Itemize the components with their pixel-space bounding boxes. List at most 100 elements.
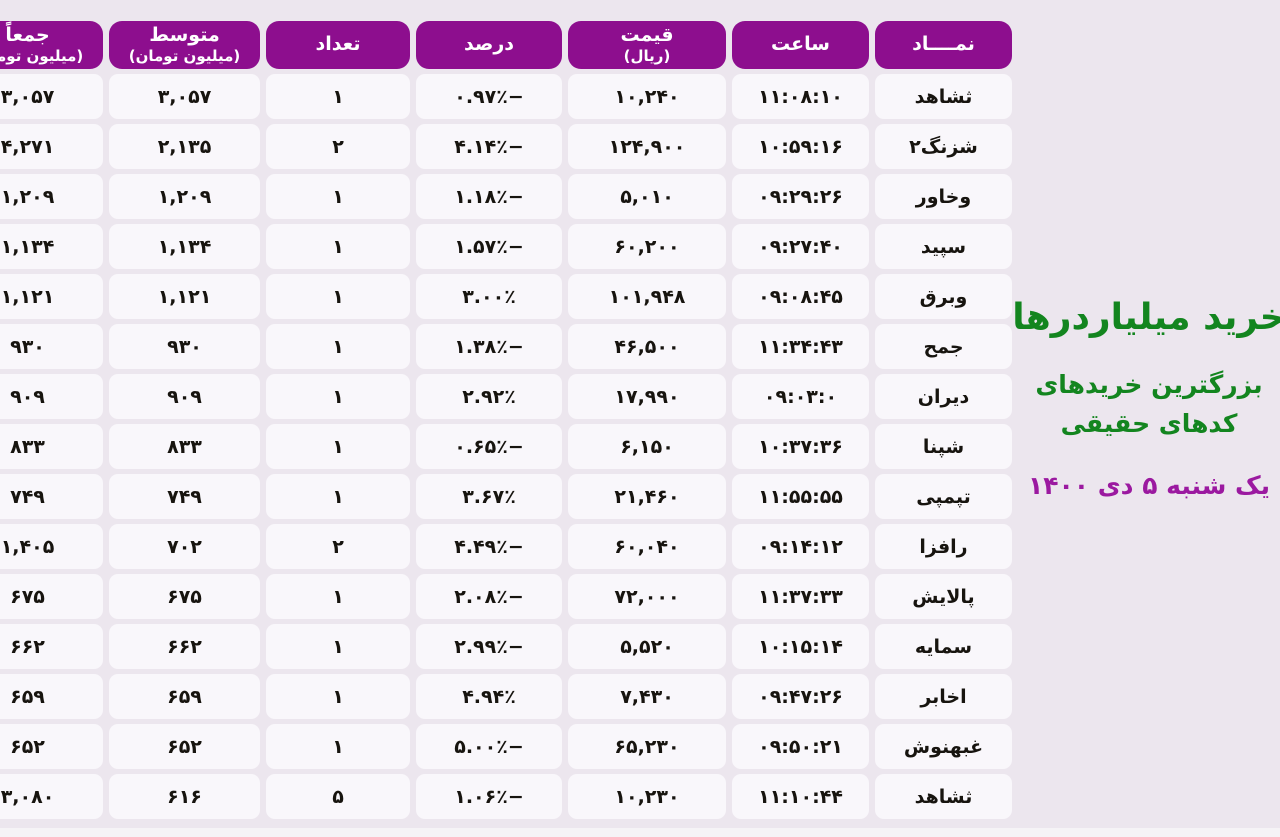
cell-symbol: رافزا [875,524,1012,569]
column-header-percent[interactable]: درصد [416,21,562,69]
cell-average: ۲,۱۳۵ [109,124,260,169]
cell-total: ۷۴۹ [0,474,103,519]
cell-count: ۱ [266,624,410,669]
cell-percent: −۱.۰۶٪ [416,774,562,819]
cell-symbol: جمح [875,324,1012,369]
cell-total: ۶۷۵ [0,574,103,619]
cell-total: ۹۰۹ [0,374,103,419]
cell-total: ۱,۲۰۹ [0,174,103,219]
cell-count: ۱ [266,474,410,519]
table-body: ثشاهد ۱۱:۰۸:۱۰ ۱۰,۲۴۰ −۰.۹۷٪ ۱ ۳,۰۵۷ ۳,۰۵۷ شزنگ… [0,74,1012,819]
cell-time: ۰۹:۲۷:۴۰ [732,224,869,269]
table-header-row: نمــــاد ساعت قیمت (ریال) درصد تعداد متو… [0,21,1012,69]
cell-average: ۳,۰۵۷ [109,74,260,119]
cell-price: ۱۰۱,۹۴۸ [568,274,726,319]
cell-time: ۱۰:۳۷:۳۶ [732,424,869,469]
cell-time: ۱۱:۳۷:۳۳ [732,574,869,619]
cell-count: ۲ [266,124,410,169]
cell-percent: −۱.۳۸٪ [416,324,562,369]
cell-time: ۱۱:۳۴:۴۳ [732,324,869,369]
cell-price: ۵,۵۲۰ [568,624,726,669]
cell-average: ۶۷۵ [109,574,260,619]
table-row[interactable]: ثشاهد ۱۱:۰۸:۱۰ ۱۰,۲۴۰ −۰.۹۷٪ ۱ ۳,۰۵۷ ۳,۰۵۷ [0,74,1012,119]
cell-count: ۱ [266,674,410,719]
table-row[interactable]: اخابر ۰۹:۴۷:۲۶ ۷,۴۳۰ ۴.۹۴٪ ۱ ۶۵۹ ۶۵۹ [0,674,1012,719]
table-row[interactable]: شپنا ۱۰:۳۷:۳۶ ۶,۱۵۰ −۰.۶۵٪ ۱ ۸۳۳ ۸۳۳ [0,424,1012,469]
cell-total: ۱,۴۰۵ [0,524,103,569]
column-header-average[interactable]: متوسط (میلیون تومان) [109,21,260,69]
column-header-count[interactable]: تعداد [266,21,410,69]
table-row[interactable]: غبهنوش ۰۹:۵۰:۲۱ ۶۵,۲۳۰ −۵.۰۰٪ ۱ ۶۵۲ ۶۵۲ [0,724,1012,769]
table-row[interactable]: رافزا ۰۹:۱۴:۱۲ ۶۰,۰۴۰ −۴.۴۹٪ ۲ ۷۰۲ ۱,۴۰۵ [0,524,1012,569]
table-row[interactable]: ثشاهد ۱۱:۱۰:۴۴ ۱۰,۲۳۰ −۱.۰۶٪ ۵ ۶۱۶ ۳,۰۸۰ [0,774,1012,819]
cell-symbol: سپید [875,224,1012,269]
cell-symbol: دیران [875,374,1012,419]
cell-count: ۱ [266,274,410,319]
cell-percent: ۴.۹۴٪ [416,674,562,719]
cell-price: ۶۵,۲۳۰ [568,724,726,769]
cell-symbol: اخابر [875,674,1012,719]
table-row[interactable]: پالایش ۱۱:۳۷:۳۳ ۷۲,۰۰۰ −۲.۰۸٪ ۱ ۶۷۵ ۶۷۵ [0,574,1012,619]
cell-symbol: وخاور [875,174,1012,219]
cell-price: ۷,۴۳۰ [568,674,726,719]
caption-subtitle: بزرگترین خریدهای کدهای حقیقی [1035,366,1262,444]
cell-price: ۱۰,۲۳۰ [568,774,726,819]
column-header-symbol[interactable]: نمــــاد [875,21,1012,69]
table-row[interactable]: سمایه ۱۰:۱۵:۱۴ ۵,۵۲۰ −۲.۹۹٪ ۱ ۶۶۲ ۶۶۲ [0,624,1012,669]
column-header-total[interactable]: جمعاً (میلیون تومان) [0,21,103,69]
cell-price: ۵,۰۱۰ [568,174,726,219]
cell-total: ۶۵۲ [0,724,103,769]
table-row[interactable]: جمح ۱۱:۳۴:۴۳ ۴۶,۵۰۰ −۱.۳۸٪ ۱ ۹۳۰ ۹۳۰ [0,324,1012,369]
cell-average: ۶۱۶ [109,774,260,819]
cell-total: ۴,۲۷۱ [0,124,103,169]
cell-average: ۹۳۰ [109,324,260,369]
table-row[interactable]: دیران ۰۹:۰۳:۰ ۱۷,۹۹۰ ۲.۹۲٪ ۱ ۹۰۹ ۹۰۹ [0,374,1012,419]
table-row[interactable]: وخاور ۰۹:۲۹:۲۶ ۵,۰۱۰ −۱.۱۸٪ ۱ ۱,۲۰۹ ۱,۲۰۹ [0,174,1012,219]
cell-price: ۷۲,۰۰۰ [568,574,726,619]
cell-average: ۶۵۲ [109,724,260,769]
cell-time: ۰۹:۲۹:۲۶ [732,174,869,219]
cell-percent: −۰.۹۷٪ [416,74,562,119]
cell-count: ۱ [266,574,410,619]
cell-average: ۷۴۹ [109,474,260,519]
table-row[interactable]: شزنگ۲ ۱۰:۵۹:۱۶ ۱۲۴,۹۰۰ −۴.۱۴٪ ۲ ۲,۱۳۵ ۴,۲۷۱ [0,124,1012,169]
cell-percent: ۳.۶۷٪ [416,474,562,519]
cell-average: ۶۵۹ [109,674,260,719]
cell-symbol: غبهنوش [875,724,1012,769]
column-header-price[interactable]: قیمت (ریال) [568,21,726,69]
cell-time: ۰۹:۴۷:۲۶ [732,674,869,719]
cell-price: ۱۷,۹۹۰ [568,374,726,419]
cell-price: ۶,۱۵۰ [568,424,726,469]
cell-percent: −۱.۵۷٪ [416,224,562,269]
column-header-time-label: ساعت [771,33,830,56]
cell-time: ۰۹:۵۰:۲۱ [732,724,869,769]
caption-subtitle-line1: بزرگترین خریدهای [1035,370,1263,399]
cell-percent: −۲.۹۹٪ [416,624,562,669]
table-row[interactable]: سپید ۰۹:۲۷:۴۰ ۶۰,۲۰۰ −۱.۵۷٪ ۱ ۱,۱۳۴ ۱,۱۳۴ [0,224,1012,269]
cell-count: ۱ [266,424,410,469]
table-row[interactable]: تپمپی ۱۱:۵۵:۵۵ ۲۱,۴۶۰ ۳.۶۷٪ ۱ ۷۴۹ ۷۴۹ [0,474,1012,519]
caption-block: خرید میلیاردرها بزرگترین خریدهای کدهای ح… [1012,0,1280,837]
cell-symbol: ثشاهد [875,774,1012,819]
cell-average: ۱,۱۳۴ [109,224,260,269]
caption-date: یک شنبه ۵ دی ۱۴۰۰ [1027,470,1271,500]
cell-total: ۶۵۹ [0,674,103,719]
cell-price: ۶۰,۰۴۰ [568,524,726,569]
cell-time: ۰۹:۱۴:۱۲ [732,524,869,569]
cell-average: ۷۰۲ [109,524,260,569]
cell-price: ۱۲۴,۹۰۰ [568,124,726,169]
cell-total: ۶۶۲ [0,624,103,669]
column-header-time[interactable]: ساعت [732,21,869,69]
cell-symbol: شپنا [875,424,1012,469]
column-header-percent-label: درصد [463,33,515,56]
column-header-symbol-label: نمــــاد [912,33,975,56]
cell-symbol: شزنگ۲ [875,124,1012,169]
column-header-price-label: قیمت [620,24,674,47]
cell-time: ۰۹:۰۸:۴۵ [732,274,869,319]
cell-symbol: وبرق [875,274,1012,319]
cell-percent: −۱.۱۸٪ [416,174,562,219]
table-row[interactable]: وبرق ۰۹:۰۸:۴۵ ۱۰۱,۹۴۸ ۳.۰۰٪ ۱ ۱,۱۲۱ ۱,۱۲۱ [0,274,1012,319]
cell-count: ۲ [266,524,410,569]
cell-count: ۱ [266,224,410,269]
cell-price: ۱۰,۲۴۰ [568,74,726,119]
